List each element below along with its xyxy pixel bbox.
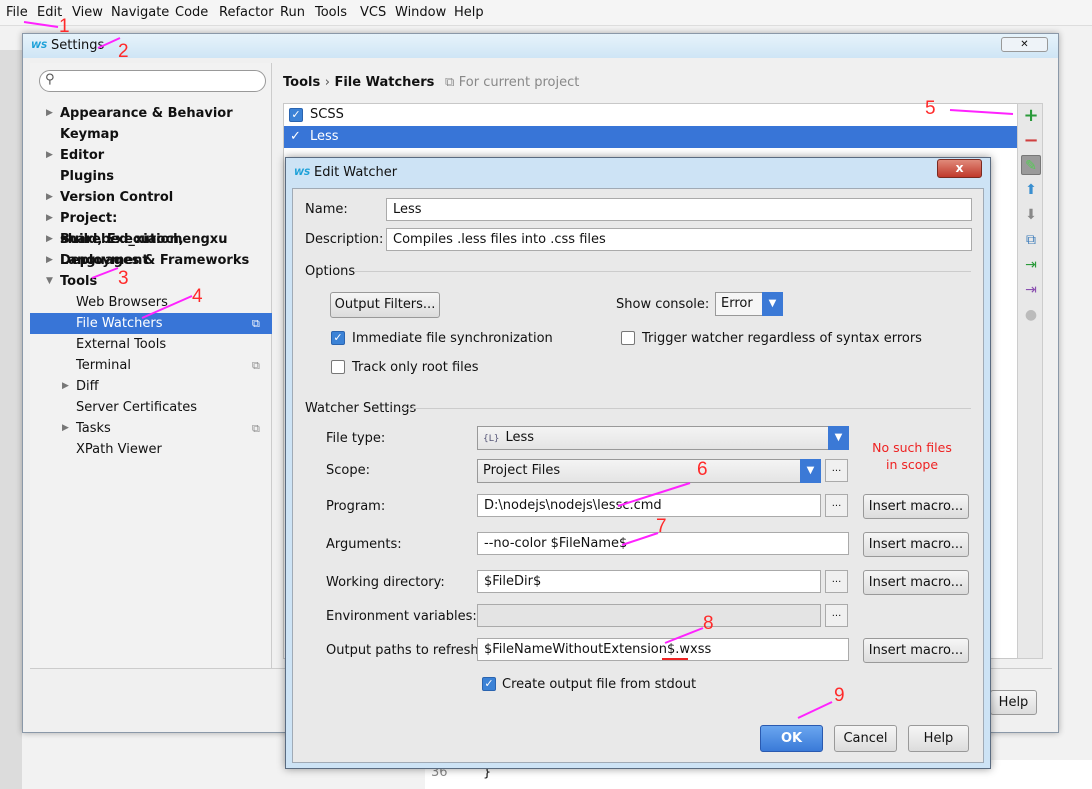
annotation-arrow-3: [91, 267, 119, 279]
annotation-arrow-7: [621, 532, 659, 546]
annotation-arrow-8: [664, 627, 704, 644]
annotation-arrows: [23, 21, 1014, 719]
annotation-arrow-5: [949, 109, 1014, 115]
annotation-arrow-1: [23, 21, 59, 28]
annotation-arrow-4: [141, 295, 193, 319]
annotation-arrow-9: [797, 701, 833, 719]
annotation-arrow-2: [97, 37, 121, 49]
annotation-arrow-6: [617, 482, 691, 507]
